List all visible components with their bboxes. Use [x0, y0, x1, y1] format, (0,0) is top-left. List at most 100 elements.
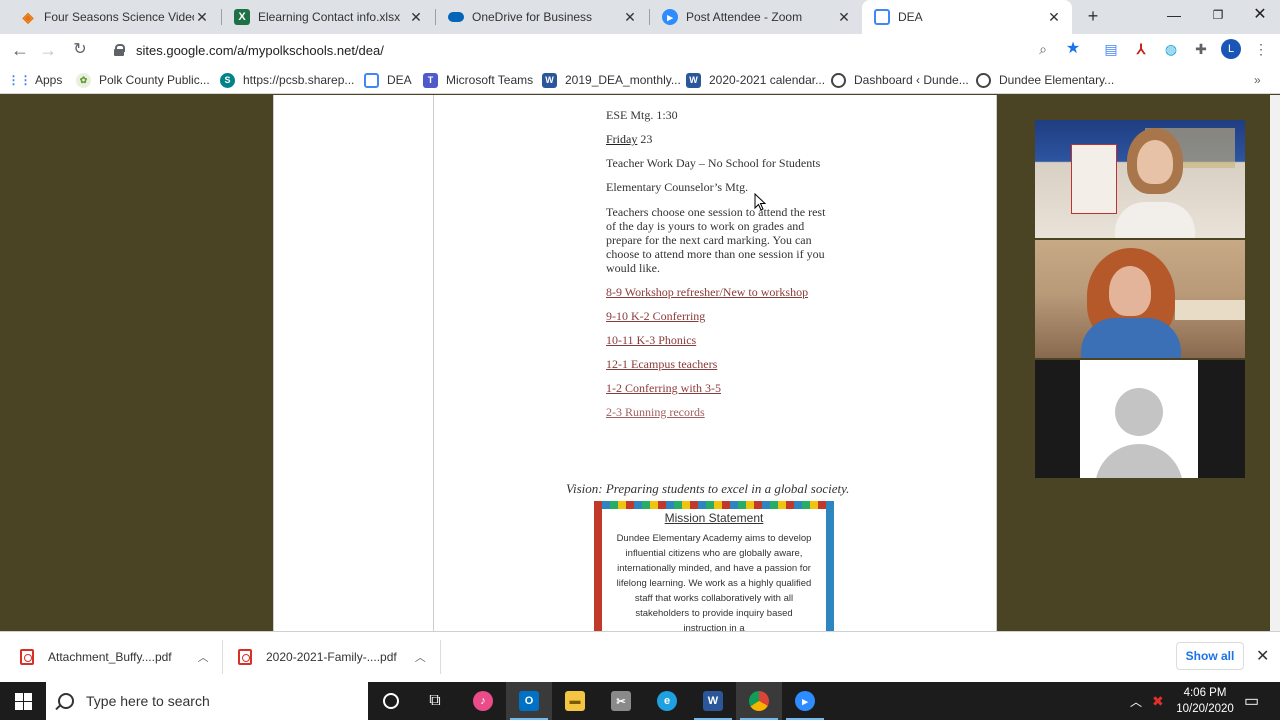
taskbar-chrome[interactable] — [736, 682, 782, 720]
screencastify-extension-icon[interactable]: ◍ — [1162, 40, 1180, 58]
chevron-up-icon[interactable]: ︿ — [198, 649, 209, 665]
task-view-button[interactable]: ⧉ — [412, 682, 458, 720]
tab-onedrive[interactable]: OneDrive for Business ✕ — [436, 0, 648, 34]
bookmark-dundee-elementary[interactable]: Dundee Elementary... — [976, 70, 1114, 90]
session-link[interactable]: 2-3 Running records — [606, 405, 705, 420]
page-scrollbar[interactable] — [1270, 95, 1280, 631]
taskbar-itunes[interactable]: ♪ — [460, 682, 506, 720]
taskbar-zoom[interactable]: ▸ — [782, 682, 828, 720]
bookmark-label: Apps — [35, 73, 63, 87]
bookmark-sharepoint[interactable]: S https://pcsb.sharep... — [220, 70, 354, 90]
bookmark-dea-monthly[interactable]: W 2019_DEA_monthly... — [542, 70, 681, 90]
taskbar-snipping[interactable]: ✂ — [598, 682, 644, 720]
cortana-button[interactable] — [368, 682, 414, 720]
bookmark-dashboard[interactable]: Dashboard ‹ Dunde... — [831, 70, 969, 90]
cortana-icon — [383, 693, 399, 709]
edge-icon: e — [657, 691, 677, 711]
session-link[interactable]: 8-9 Workshop refresher/New to workshop — [606, 285, 808, 300]
chevron-up-icon: ︿ — [1130, 694, 1143, 709]
minimize-button[interactable]: — — [1152, 0, 1196, 30]
instructions-text: Teachers choose one session to attend th… — [606, 205, 826, 275]
bookmarks-overflow-icon[interactable]: » — [1254, 70, 1261, 90]
system-clock[interactable]: 4:06 PM 10/20/2020 — [1168, 685, 1242, 717]
participant-video-3[interactable] — [1035, 360, 1245, 478]
reload-button[interactable]: ↻ — [68, 38, 92, 62]
bookmark-polk-county[interactable]: ✿ Polk County Public... — [76, 70, 210, 90]
close-icon[interactable]: ✕ — [1046, 9, 1062, 25]
windows-logo-pane — [24, 693, 32, 701]
profile-avatar[interactable]: L — [1221, 39, 1241, 59]
avatar-body-icon — [1095, 444, 1183, 478]
tab-label: Four Seasons Science Video F — [44, 10, 194, 24]
bookmark-calendar[interactable]: W 2020-2021 calendar... — [686, 70, 825, 90]
zoom-lens-icon[interactable]: ⌕ — [1034, 40, 1052, 58]
session-link[interactable]: 12-1 Ecampus teachers — [606, 357, 717, 372]
onedrive-icon — [448, 12, 464, 22]
tab-label: DEA — [898, 10, 923, 24]
bookmark-apps[interactable]: ⋮⋮ Apps — [8, 70, 63, 90]
session-link[interactable]: 10-11 K-3 Phonics — [606, 333, 696, 348]
word-icon: W — [686, 72, 701, 88]
bookmark-star-icon[interactable]: ★ — [1064, 40, 1082, 58]
show-hidden-icons[interactable]: ︿ — [1130, 682, 1142, 720]
taskbar-file-explorer[interactable]: ▬ — [552, 682, 598, 720]
action-center-button[interactable]: ▭ — [1244, 682, 1259, 720]
window-close-button[interactable]: ✕ — [1238, 0, 1280, 30]
browser-toolbar: ← → ↻ sites.google.com/a/mypolkschools.n… — [0, 34, 1280, 66]
show-all-button[interactable]: Show all — [1176, 642, 1244, 670]
bookmark-teams[interactable]: T Microsoft Teams — [423, 70, 533, 90]
chevron-up-icon[interactable]: ︿ — [415, 649, 426, 665]
participant-shirt — [1081, 318, 1181, 358]
mouse-cursor-icon — [754, 193, 766, 211]
restore-button[interactable]: ❐ — [1196, 0, 1240, 30]
close-icon[interactable]: ✕ — [836, 9, 852, 25]
close-icon[interactable]: ✕ — [194, 9, 210, 25]
clock-time: 4:06 PM — [1183, 687, 1227, 699]
windows-logo-pane — [15, 702, 23, 710]
task-view-icon: ⧉ — [429, 692, 441, 709]
excel-icon: X — [234, 9, 250, 25]
download-item[interactable]: Attachment_Buffy....pdf ︿ — [20, 646, 209, 668]
participant-video-2[interactable] — [1035, 240, 1245, 358]
close-icon[interactable]: ✕ — [622, 9, 638, 25]
tab-elearning-contact[interactable]: X Elearning Contact info.xlsx ✕ — [222, 0, 434, 34]
taskbar-edge[interactable]: e — [644, 682, 690, 720]
acrobat-extension-icon[interactable]: ⅄ — [1132, 40, 1150, 58]
taskbar-word[interactable]: W — [690, 682, 736, 720]
participant-face — [1109, 266, 1151, 316]
session-link[interactable]: 1-2 Conferring with 3-5 — [606, 381, 721, 396]
acrobat-tray-icon: ✖ — [1152, 692, 1164, 709]
polk-icon: ✿ — [76, 72, 91, 88]
close-icon[interactable]: ✕ — [408, 9, 424, 25]
chrome-icon — [749, 691, 769, 711]
tab-four-seasons[interactable]: ◈ Four Seasons Science Video F ✕ — [8, 0, 220, 34]
new-tab-button[interactable]: + — [1083, 6, 1103, 26]
download-item[interactable]: 2020-2021-Family-....pdf ︿ — [238, 646, 426, 668]
tray-acrobat[interactable]: ✖ — [1152, 682, 1164, 720]
bookmark-dea[interactable]: DEA — [364, 70, 412, 90]
mission-text: Dundee Elementary Academy aims to develo… — [616, 533, 812, 631]
globe-icon — [831, 72, 846, 88]
google-sites-icon — [874, 9, 890, 25]
close-icon[interactable]: ✕ — [1256, 646, 1269, 666]
tab-zoom[interactable]: ▸ Post Attendee - Zoom ✕ — [650, 0, 862, 34]
session-link[interactable]: 9-10 K-2 Conferring — [606, 309, 705, 324]
taskbar-outlook[interactable]: O — [506, 682, 552, 720]
tab-dea[interactable]: DEA ✕ — [862, 0, 1072, 34]
windows-logo-icon — [15, 693, 23, 701]
participant-video-1[interactable] — [1035, 120, 1245, 238]
mission-statement-image: Mission Statement Dundee Elementary Acad… — [594, 501, 834, 631]
extensions-puzzle-icon[interactable]: ✚ — [1192, 40, 1210, 58]
friday-label: Friday — [606, 132, 638, 146]
bookmark-label: Dashboard ‹ Dunde... — [854, 73, 969, 87]
docs-extension-icon[interactable]: ▤ — [1102, 40, 1120, 58]
forward-button[interactable]: → — [36, 38, 60, 62]
back-button[interactable]: ← — [8, 38, 32, 62]
taskbar-search-input[interactable]: Type here to search — [46, 682, 368, 720]
start-button[interactable] — [0, 682, 46, 720]
kebab-menu-icon[interactable]: ⋮ — [1252, 40, 1270, 58]
address-bar[interactable]: sites.google.com/a/mypolkschools.net/dea… — [102, 36, 1102, 64]
avatar-head-icon — [1115, 388, 1163, 436]
zoom-video-panel — [1035, 120, 1245, 478]
word-icon: W — [703, 691, 723, 711]
